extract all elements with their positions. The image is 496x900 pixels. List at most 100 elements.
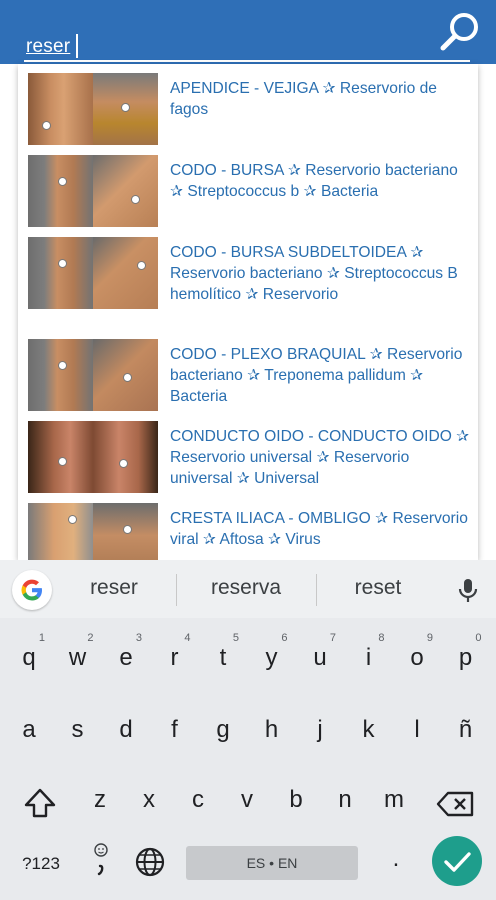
key-label: j [317,716,323,743]
location-marker [121,103,130,112]
result-thumbnail [28,73,158,145]
key-g[interactable]: g [201,702,245,754]
result-text: CODO - PLEXO BRAQUIAL ✰ Reservorio bacte… [170,346,463,405]
magnifier-icon [440,13,478,51]
key-ñ[interactable]: ñ [444,702,488,754]
key-z[interactable]: z [78,772,122,824]
key-f[interactable]: f [153,702,197,754]
key-b[interactable]: b [274,772,318,824]
key-label: h [264,716,279,743]
key-u[interactable]: u7 [298,630,342,682]
search-button[interactable] [436,8,484,56]
key-hint: 9 [426,632,433,644]
key-label: w [68,644,87,671]
key-label: p [458,644,473,671]
key-a[interactable]: a [7,702,51,754]
key-hint: 7 [329,632,336,644]
result-thumbnail [28,421,158,493]
result-item[interactable]: APENDICE - VEJIGA ✰ Reservorio de fagos [18,64,478,146]
key-label: e [119,644,133,671]
key-label: g [216,716,230,743]
key-t[interactable]: t5 [201,630,245,682]
result-thumbnail [28,155,158,227]
key-s[interactable]: s [56,702,100,754]
key-h[interactable]: h [250,702,294,754]
key-label: d [119,716,133,743]
key-o[interactable]: o9 [395,630,439,682]
microphone-icon[interactable] [454,576,482,604]
result-thumbnail [28,503,158,560]
key-label: ñ [458,716,473,743]
anatomy-image [93,73,158,145]
key-p[interactable]: p0 [444,630,488,682]
anatomy-image [93,421,158,493]
key-d[interactable]: d [104,702,148,754]
search-input[interactable]: reser [24,20,470,62]
location-marker [131,195,140,204]
anatomy-image [93,503,158,560]
location-marker [123,525,132,534]
suggestion-divider [176,574,177,606]
result-item[interactable]: CRESTA ILIACA - OMBLIGO ✰ Reservorio vir… [18,494,478,560]
checkmark-icon [444,852,471,872]
shift-arrow-icon [24,788,56,818]
key-m[interactable]: m [372,772,416,824]
key-label: l [414,716,420,743]
suggestion-bar: reser reserva reset [0,560,496,618]
key-c[interactable]: c [176,772,220,824]
result-item[interactable]: CONDUCTO OIDO - CONDUCTO OIDO ✰ Reservor… [18,412,478,494]
period-key[interactable]: . [384,844,408,878]
key-i[interactable]: i8 [347,630,391,682]
anatomy-image [28,155,93,227]
key-e[interactable]: e3 [104,630,148,682]
key-label: a [22,716,36,743]
anatomy-image [28,73,93,145]
suggestion-2[interactable]: reserva [191,576,301,600]
location-marker [58,259,67,268]
key-label: n [338,786,352,813]
search-bar: reser [0,0,496,64]
suggestion-3[interactable]: reset [323,576,433,600]
anatomy-image [93,155,158,227]
onscreen-keyboard: reser reserva reset q1w2e3r4t5y6u7i8o9p0… [0,560,496,900]
key-hint: 8 [378,632,385,644]
language-globe-key[interactable] [132,844,168,880]
key-hint: 2 [87,632,94,644]
key-l[interactable]: l [395,702,439,754]
key-r[interactable]: r4 [153,630,197,682]
key-q[interactable]: q1 [7,630,51,682]
key-w[interactable]: w2 [56,630,100,682]
backspace-key[interactable] [430,780,482,828]
google-g-icon[interactable] [12,570,52,610]
result-thumbnail [28,339,158,411]
emoji-comma-icon [94,843,108,876]
key-x[interactable]: x [127,772,171,824]
key-k[interactable]: k [347,702,391,754]
key-label: c [192,786,204,813]
result-item[interactable]: CODO - BURSA SUBDELTOIDEA ✰ Reservorio b… [18,228,478,330]
key-label: y [265,644,278,671]
result-item[interactable]: CODO - PLEXO BRAQUIAL ✰ Reservorio bacte… [18,330,478,412]
result-text: CONDUCTO OIDO - CONDUCTO OIDO ✰ Reservor… [170,428,470,487]
symbols-key[interactable]: ?123 [10,850,72,878]
suggestion-1[interactable]: reser [59,576,169,600]
key-label: m [384,786,404,813]
search-results-list: APENDICE - VEJIGA ✰ Reservorio de fagos C… [18,64,478,560]
result-item[interactable]: CODO - BURSA ✰ Reservorio bacteriano ✰ S… [18,146,478,228]
key-y[interactable]: y6 [250,630,294,682]
anatomy-image [93,237,158,309]
key-label: o [410,644,424,671]
location-marker [137,261,146,270]
key-v[interactable]: v [225,772,269,824]
key-hint: 6 [281,632,288,644]
search-query-text: reser [26,36,71,57]
key-label: x [143,786,155,813]
spacebar[interactable]: ES • EN [186,846,358,880]
key-j[interactable]: j [298,702,342,754]
emoji-comma-key[interactable] [84,840,118,880]
key-n[interactable]: n [323,772,367,824]
key-hint: 4 [184,632,191,644]
enter-key[interactable] [432,836,482,886]
key-label: f [171,716,178,743]
shift-key[interactable] [14,780,66,828]
